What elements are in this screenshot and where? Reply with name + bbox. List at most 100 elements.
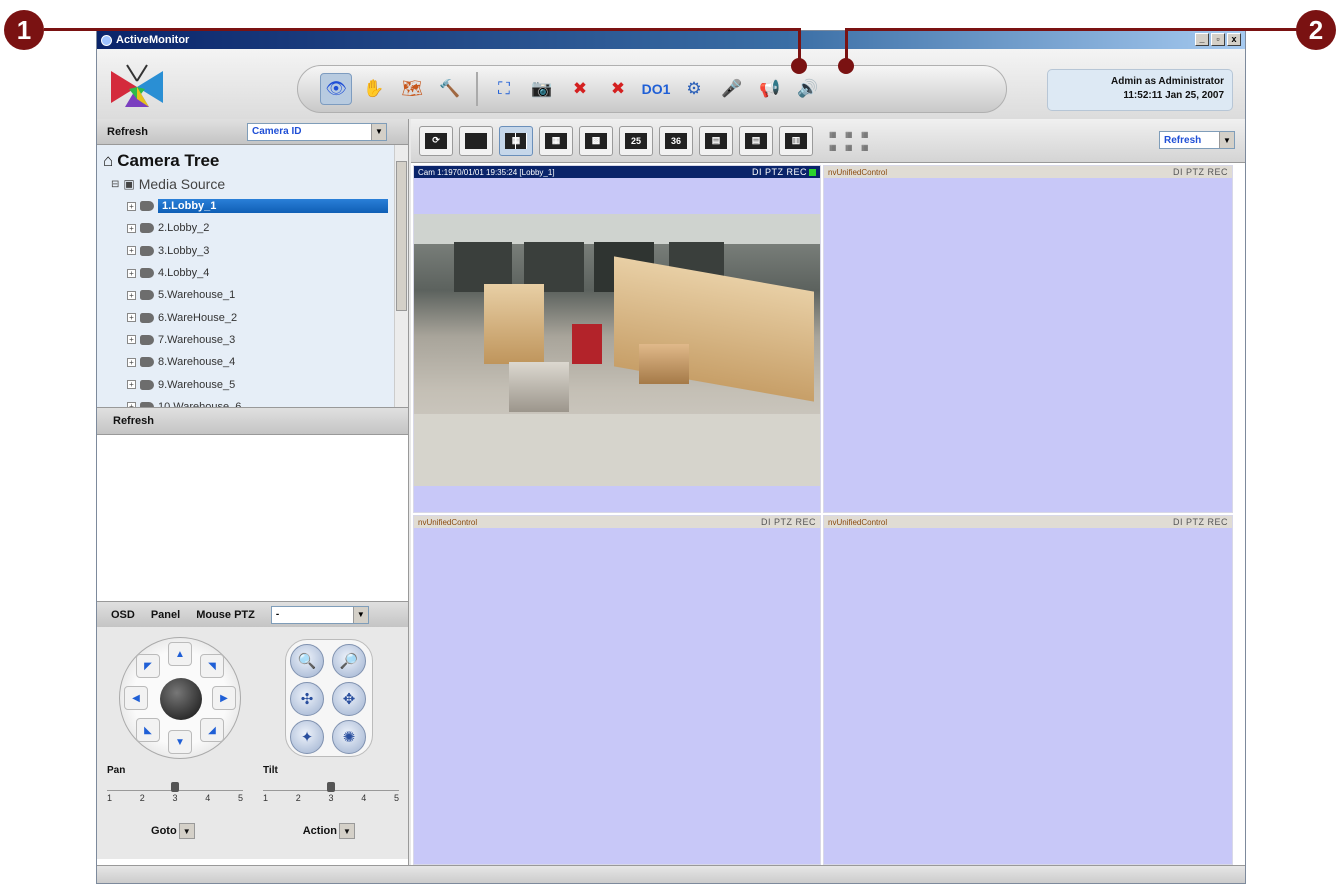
camera-tree-item[interactable]: +5.Warehouse_1 xyxy=(127,284,402,306)
expand-icon[interactable]: + xyxy=(127,380,136,390)
minimize-button[interactable]: _ xyxy=(1195,33,1209,46)
camera-tree-item[interactable]: +9.Warehouse_5 xyxy=(127,373,402,395)
refresh-rate-select[interactable]: Refresh ▼ xyxy=(1159,131,1235,149)
camera-tree-item[interactable]: +8.Warehouse_4 xyxy=(127,351,402,373)
sequence-icon[interactable]: ⟳ xyxy=(419,125,453,156)
volume-icon[interactable]: 🔊 xyxy=(792,73,824,105)
layout-36-button[interactable]: 36 xyxy=(659,125,693,156)
expand-icon[interactable]: + xyxy=(127,290,136,300)
expand-icon[interactable]: + xyxy=(127,335,136,345)
camera-tree-item[interactable]: +2.Lobby_2 xyxy=(127,217,402,239)
digital-output-button[interactable]: DO1 xyxy=(640,73,672,105)
pan-down-icon[interactable]: ▼ xyxy=(168,730,192,754)
layout-1plus12-icon[interactable]: ▥ xyxy=(779,125,813,156)
pan-left-icon[interactable]: ◀ xyxy=(124,686,148,710)
mini-layout-icon[interactable]: ▦ xyxy=(861,130,873,139)
collapse-icon[interactable]: ⊟ xyxy=(111,179,119,190)
app-logo xyxy=(111,64,163,107)
tab-osd[interactable]: OSD xyxy=(111,609,135,621)
mini-layout-icon[interactable]: ▦ xyxy=(829,143,841,152)
media-source-node[interactable]: ⊟ ▣ Media Source xyxy=(111,173,402,195)
video-cell-header: nvUnifiedControl DI PTZ REC xyxy=(824,516,1232,528)
pan-up-icon[interactable]: ▲ xyxy=(168,642,192,666)
expand-icon[interactable]: + xyxy=(127,201,136,211)
camera-video-feed xyxy=(414,214,820,486)
chevron-down-icon[interactable]: ▼ xyxy=(371,123,386,140)
fullscreen-icon[interactable]: ⛶ xyxy=(488,73,520,105)
broadcast-icon[interactable]: 📢 xyxy=(754,73,786,105)
iris-open-icon[interactable]: ✺ xyxy=(332,720,366,754)
settings-gear-icon[interactable]: ⚙ xyxy=(678,73,710,105)
playback-icon[interactable]: ✋ xyxy=(358,73,390,105)
mouse-ptz-select[interactable]: - ▼ xyxy=(270,605,369,624)
disconnect-icon[interactable]: ✖ xyxy=(564,73,596,105)
pan-slider[interactable]: Pan 12345 xyxy=(107,765,243,803)
camera-sort-select[interactable]: Camera ID ▼ xyxy=(247,122,387,141)
chevron-down-icon[interactable]: ▼ xyxy=(338,823,355,839)
focus-far-icon[interactable]: ✥ xyxy=(332,682,366,716)
talk-icon[interactable]: 🎤 xyxy=(716,73,748,105)
iris-close-icon[interactable]: ✦ xyxy=(290,720,324,754)
refresh-bottom-button[interactable]: Refresh xyxy=(97,407,408,435)
layout-1-icon[interactable] xyxy=(459,125,493,156)
tilt-track[interactable] xyxy=(263,781,399,792)
pan-down-left-icon[interactable]: ◣ xyxy=(136,718,160,742)
pan-up-right-icon[interactable]: ◥ xyxy=(200,654,224,678)
pan-knob[interactable] xyxy=(171,782,179,792)
pan-track[interactable] xyxy=(107,781,243,792)
live-view-eye-icon[interactable]: 👁 xyxy=(320,73,352,105)
zoom-in-icon[interactable]: 🔎 xyxy=(332,644,366,678)
pan-right-icon[interactable]: ▶ xyxy=(212,686,236,710)
camera-tree-item[interactable]: +3.Lobby_3 xyxy=(127,240,402,262)
camera-tree-item[interactable]: +4.Lobby_4 xyxy=(127,262,402,284)
zoom-out-icon[interactable]: 🔍 xyxy=(290,644,324,678)
mini-layout-icon[interactable]: ▦ xyxy=(845,130,857,139)
mini-layout-icon[interactable]: ▦ xyxy=(861,143,873,152)
camera-tree-item[interactable]: +6.WareHouse_2 xyxy=(127,306,402,328)
video-cell-1[interactable]: Cam 1:1970/01/01 19:35:24 [Lobby_1] DI P… xyxy=(413,165,821,513)
layout-4-icon[interactable]: ▦ xyxy=(499,125,533,156)
expand-icon[interactable]: + xyxy=(127,223,136,233)
chevron-down-icon[interactable]: ▼ xyxy=(178,823,195,839)
layout-16-icon[interactable]: ▩ xyxy=(579,125,613,156)
scrollbar-thumb[interactable] xyxy=(396,161,407,311)
layout-25-button[interactable]: 25 xyxy=(619,125,653,156)
expand-icon[interactable]: + xyxy=(127,246,136,256)
close-button[interactable]: x xyxy=(1227,33,1241,46)
mini-layout-icon[interactable]: ▦ xyxy=(829,130,841,139)
expand-icon[interactable]: + xyxy=(127,268,136,278)
action-select[interactable]: Action ▼ xyxy=(303,823,355,839)
expand-icon[interactable]: + xyxy=(127,313,136,323)
joystick-knob[interactable] xyxy=(160,678,202,720)
tab-mouse-ptz[interactable]: Mouse PTZ xyxy=(196,609,255,621)
tools-hammer-icon[interactable]: 🔨 xyxy=(434,73,466,105)
tilt-slider[interactable]: Tilt 12345 xyxy=(263,765,399,803)
focus-near-icon[interactable]: ✣ xyxy=(290,682,324,716)
pan-down-right-icon[interactable]: ◢ xyxy=(200,718,224,742)
chevron-down-icon[interactable]: ▼ xyxy=(352,606,368,623)
video-cell-2[interactable]: nvUnifiedControl DI PTZ REC xyxy=(823,165,1233,513)
expand-icon[interactable]: + xyxy=(127,357,136,367)
tab-panel[interactable]: Panel xyxy=(151,609,180,621)
restore-button[interactable]: ▫ xyxy=(1211,33,1225,46)
video-cell-4[interactable]: nvUnifiedControl DI PTZ REC xyxy=(823,515,1233,865)
map-icon[interactable]: 🗺 xyxy=(396,73,428,105)
tilt-knob[interactable] xyxy=(327,782,335,792)
layout-1plus5-icon[interactable]: ▤ xyxy=(699,125,733,156)
expand-icon[interactable]: + xyxy=(127,402,136,407)
mini-layout-icon[interactable]: ▦ xyxy=(845,143,857,152)
snapshot-icon[interactable]: 📷 xyxy=(526,73,558,105)
disconnect-all-icon[interactable]: ✖ xyxy=(602,73,634,105)
tree-scrollbar[interactable] xyxy=(394,145,408,407)
chevron-down-icon[interactable]: ▼ xyxy=(1219,132,1234,148)
layout-9-icon[interactable]: ▦ xyxy=(539,125,573,156)
ptz-joystick[interactable]: ◤ ▲ ◥ ◀ ▶ ◣ ▼ ◢ xyxy=(119,637,241,759)
refresh-button[interactable]: Refresh xyxy=(107,126,237,138)
camera-tree-item[interactable]: +7.Warehouse_3 xyxy=(127,329,402,351)
camera-tree-item[interactable]: +1.Lobby_1 xyxy=(127,195,402,217)
pan-up-left-icon[interactable]: ◤ xyxy=(136,654,160,678)
layout-1plus7-icon[interactable]: ▤ xyxy=(739,125,773,156)
camera-tree-item[interactable]: +10.Warehouse_6 xyxy=(127,396,402,407)
video-cell-3[interactable]: nvUnifiedControl DI PTZ REC xyxy=(413,515,821,865)
goto-select[interactable]: Goto ▼ xyxy=(151,823,195,839)
